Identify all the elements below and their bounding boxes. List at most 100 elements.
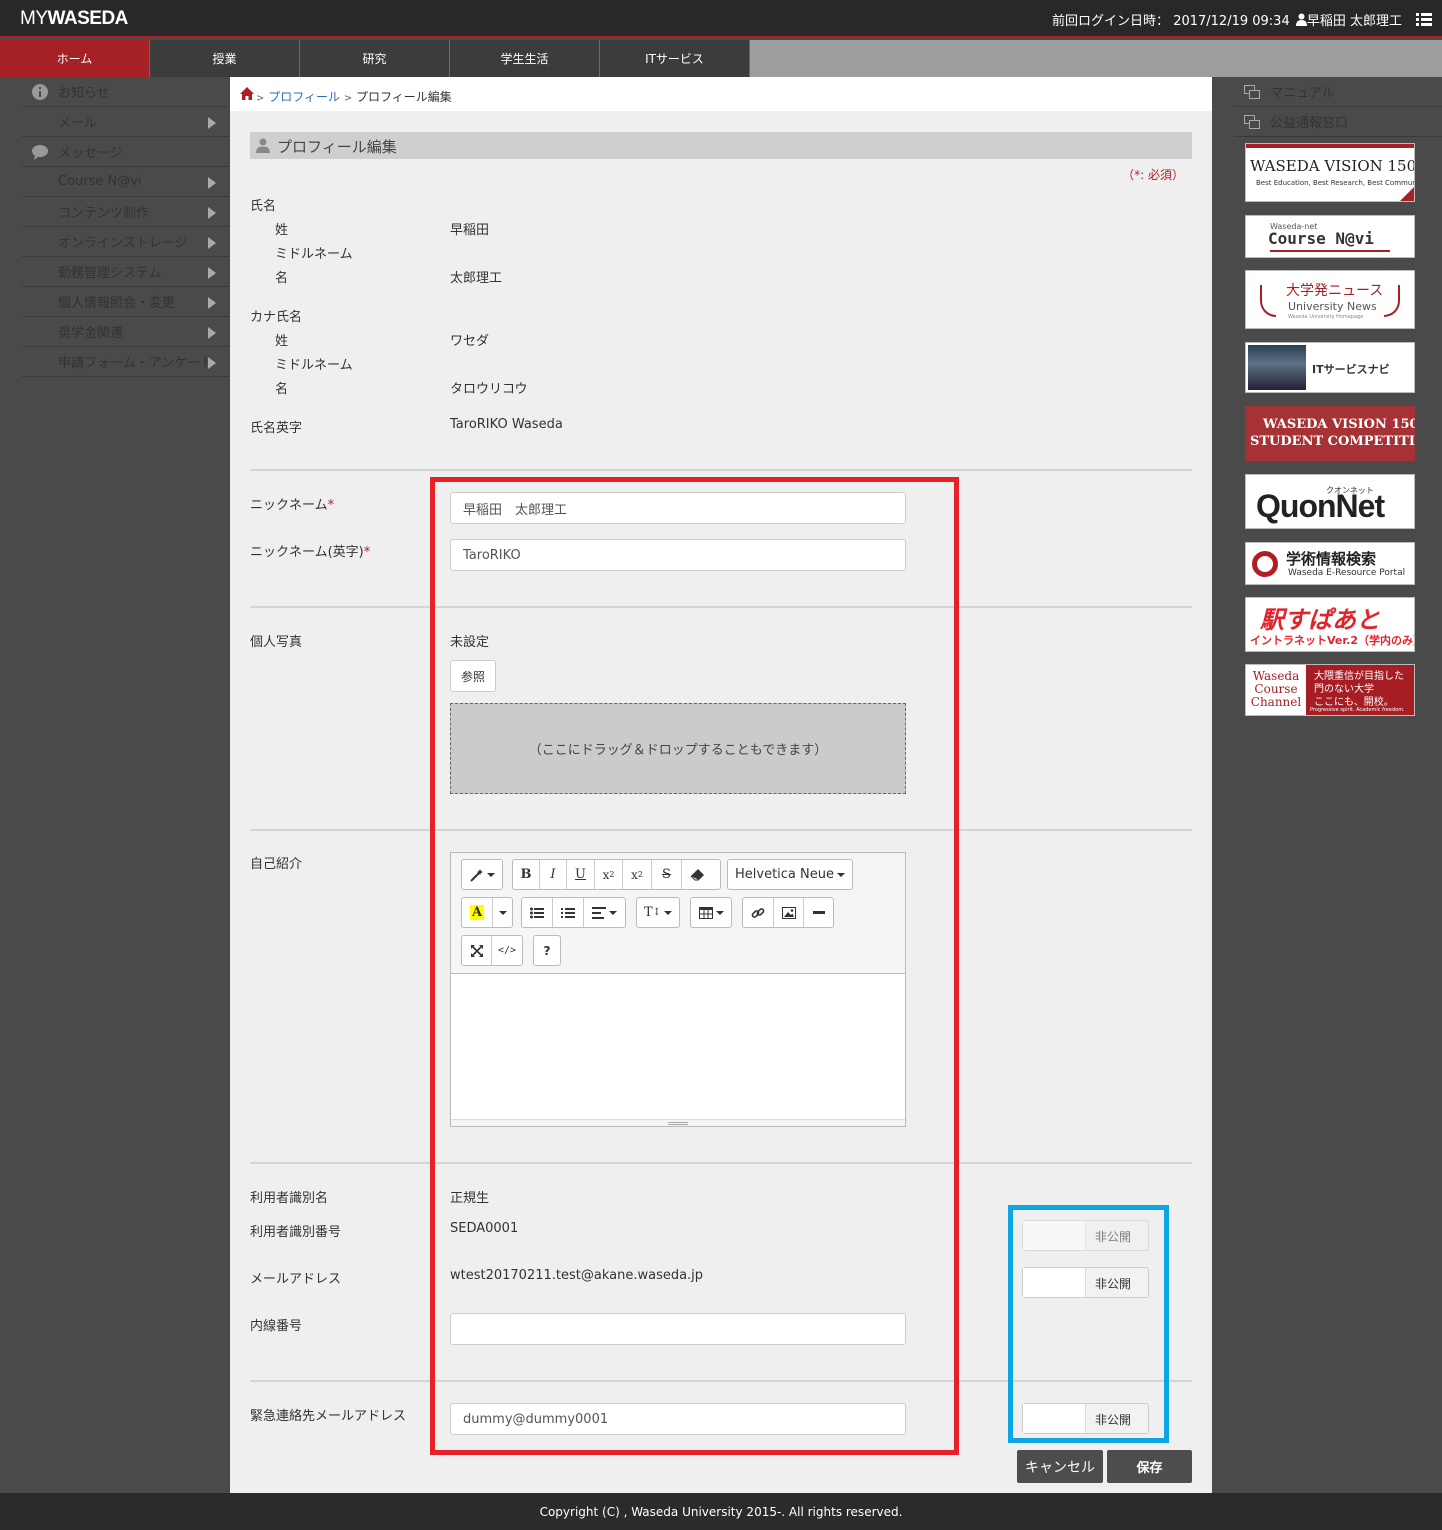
user-name[interactable]: 早稲田 太郎理工: [1307, 14, 1402, 29]
paragraph-align-button[interactable]: [584, 898, 625, 927]
banner-e-resource-portal[interactable]: 学術情報検索 Waseda E-Resource Portal: [1245, 542, 1415, 585]
emergency-email-input[interactable]: dummy@dummy0001: [450, 1403, 906, 1435]
emergency-email-label: 緊急連絡先メールアドレス: [250, 1409, 407, 1424]
arrow-right-icon: [208, 237, 216, 249]
banner-ekispert[interactable]: 駅すぱあと イントラネットVer.2（学内のみ）: [1245, 597, 1415, 652]
link-button[interactable]: [743, 898, 774, 927]
photo-label: 個人写真: [250, 635, 303, 650]
rich-text-editor: B I U x2 x2 S Helvetica Neue A T ↕ </> ?: [450, 852, 906, 1127]
banner-quonnet[interactable]: クオンネット QuonNet: [1245, 474, 1415, 529]
name-mei-label: 名: [275, 271, 289, 286]
window-icon: [1244, 85, 1260, 99]
table-button[interactable]: [691, 898, 731, 927]
font-color-dropdown[interactable]: [493, 898, 512, 927]
sidebar-item-mail[interactable]: メール: [22, 107, 230, 137]
tab-home[interactable]: ホーム: [0, 40, 150, 77]
underline-button[interactable]: U: [567, 860, 595, 889]
numbered-list-icon: [561, 907, 575, 918]
banner-waseda-course-channel[interactable]: Waseda Course Channel 大隈重信が目指した 門のない大学 こ…: [1245, 664, 1415, 716]
tab-classes[interactable]: 授業: [150, 40, 300, 77]
home-icon[interactable]: [240, 87, 254, 100]
photo-status: 未設定: [450, 635, 490, 650]
editor-resize-handle[interactable]: [451, 1119, 905, 1126]
sidebar-item-messages[interactable]: メッセージ: [22, 137, 230, 167]
subscript-button[interactable]: x2: [623, 860, 652, 889]
sidebar-item-storage[interactable]: オンラインストレージ: [22, 227, 230, 257]
eraser-button[interactable]: [682, 860, 712, 889]
sidebar-item-course-navi[interactable]: Course N@vi: [22, 167, 230, 197]
name-mei-value: 太郎理工: [450, 271, 503, 286]
globe-icon: [1252, 551, 1278, 577]
mywaseda-logo[interactable]: MYWASEDA: [20, 8, 128, 30]
right-sidebar: マニュアル 公益通報窓口: [1212, 77, 1442, 137]
bullet-list-icon: [530, 907, 544, 918]
last-login-info: 前回ログイン日時： 2017/12/19 09:34 早稲田 太郎理工: [1052, 13, 1402, 29]
fullscreen-icon: [470, 944, 483, 957]
kana-mei-label: 名: [275, 382, 289, 397]
breadcrumb-profile-link[interactable]: プロフィール: [268, 90, 340, 104]
sidebar-item-contents[interactable]: コンテンツ制作: [22, 197, 230, 227]
nickname-input[interactable]: 早稲田 太郎理工: [450, 492, 906, 524]
extension-input[interactable]: [450, 1313, 906, 1345]
arrow-right-icon: [208, 327, 216, 339]
nickname-en-label: ニックネーム(英字)*: [250, 545, 371, 560]
italic-button[interactable]: I: [540, 860, 567, 889]
style-magic-wand-button[interactable]: [462, 860, 502, 889]
visibility-toggle-emergency-email[interactable]: 非公開: [1022, 1403, 1149, 1434]
menu-list-icon[interactable]: [1416, 11, 1432, 27]
bold-button[interactable]: B: [513, 860, 540, 889]
banner-university-news[interactable]: 大学発ニュース University News Waseda Universit…: [1245, 270, 1415, 329]
name-label: 氏名: [250, 199, 277, 214]
banner-it-service-navi[interactable]: ITサービスナビ: [1245, 342, 1415, 393]
code-view-button[interactable]: </>: [492, 936, 522, 965]
horizontal-rule-button[interactable]: [804, 898, 833, 927]
font-color-button[interactable]: A: [462, 898, 493, 927]
font-family-select[interactable]: Helvetica Neue: [728, 860, 852, 889]
divider: [250, 606, 1192, 608]
arrow-right-icon: [208, 267, 216, 279]
main-nav: ホーム 授業 研究 学生生活 ITサービス: [0, 40, 1442, 77]
banner-waseda-vision-150[interactable]: WASEDA VISION 150 Best Education, Best R…: [1245, 143, 1415, 202]
cancel-button[interactable]: キャンセル: [1017, 1450, 1103, 1483]
sidebar-item-scholarship[interactable]: 奨学金関連: [22, 317, 230, 347]
image-button[interactable]: [774, 898, 804, 927]
breadcrumb: > プロフィール > プロフィール編集: [230, 77, 1212, 111]
sidebar-item-news[interactable]: お知らせ: [22, 77, 230, 107]
sidebar-item-forms[interactable]: 申請フォーム・アンケート: [22, 347, 230, 377]
manual-link[interactable]: マニュアル: [1234, 77, 1442, 107]
arrow-right-icon: [208, 207, 216, 219]
superscript-button[interactable]: x2: [595, 860, 623, 889]
arrow-right-icon: [208, 357, 216, 369]
intro-textarea[interactable]: [451, 973, 905, 1120]
align-left-icon: [592, 906, 606, 919]
tab-student-life[interactable]: 学生生活: [450, 40, 600, 77]
line-height-button[interactable]: T ↕: [637, 898, 679, 927]
bullet-list-button[interactable]: [522, 898, 553, 927]
tab-research[interactable]: 研究: [300, 40, 450, 77]
sidebar-item-attendance[interactable]: 勤務管理システム: [22, 257, 230, 287]
numbered-list-button[interactable]: [553, 898, 584, 927]
strikethrough-button[interactable]: S: [652, 860, 682, 889]
photo-dropzone[interactable]: （ここにドラッグ＆ドロップすることもできます）: [450, 703, 906, 794]
tab-it-services[interactable]: ITサービス: [600, 40, 750, 77]
arrow-right-icon: [208, 297, 216, 309]
nickname-label: ニックネーム*: [250, 498, 335, 513]
visibility-toggle-email[interactable]: 非公開: [1022, 1267, 1149, 1298]
laurel-right-icon: [1384, 285, 1400, 317]
horizontal-rule-icon: [812, 910, 825, 914]
sidebar-item-personal-info[interactable]: 個人情報照会・変更: [22, 287, 230, 317]
divider: [250, 469, 1192, 471]
browse-button[interactable]: 参照: [450, 660, 496, 692]
user-id-name-label: 利用者識別名: [250, 1191, 329, 1206]
whistleblower-link[interactable]: 公益通報窓口: [1234, 107, 1442, 137]
top-header: MYWASEDA 前回ログイン日時： 2017/12/19 09:34 早稲田 …: [0, 0, 1442, 38]
link-icon: [751, 907, 765, 918]
save-button[interactable]: 保存: [1107, 1450, 1192, 1483]
banner-vision-student-competition[interactable]: WASEDA VISION 150 STUDENT COMPETITION: [1245, 406, 1415, 461]
fullscreen-button[interactable]: [462, 936, 492, 965]
help-button[interactable]: ?: [534, 936, 560, 965]
arrow-right-icon: [208, 117, 216, 129]
nickname-en-input[interactable]: TaroRIKO: [450, 539, 906, 571]
name-sei-value: 早稲田: [450, 223, 490, 238]
banner-course-navi[interactable]: Waseda-net Course N@vi: [1245, 215, 1415, 258]
